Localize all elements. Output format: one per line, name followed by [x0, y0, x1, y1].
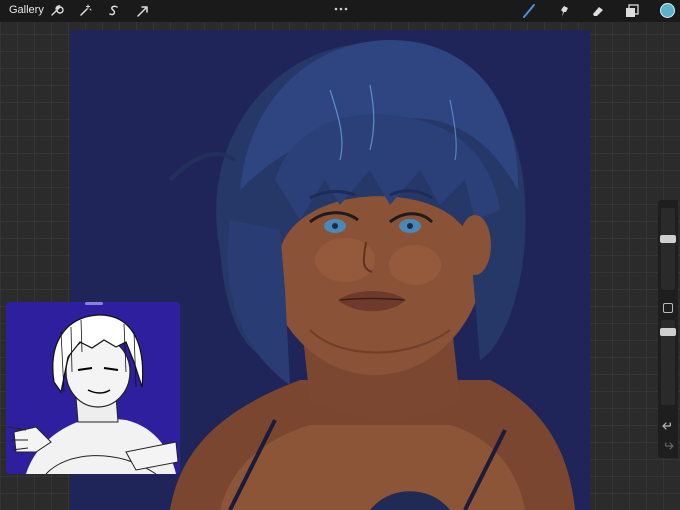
layers-icon[interactable]: [624, 3, 640, 19]
brush-icon[interactable]: [521, 3, 537, 19]
redo-icon[interactable]: [662, 440, 674, 452]
brush-size-thumb[interactable]: [660, 235, 676, 243]
reference-drag-handle[interactable]: [85, 302, 103, 305]
transform-arrow-icon[interactable]: [135, 3, 151, 19]
undo-icon[interactable]: [662, 420, 674, 432]
gallery-button[interactable]: Gallery: [9, 4, 44, 16]
modify-square-icon[interactable]: [663, 303, 673, 313]
eraser-icon[interactable]: [590, 3, 606, 19]
opacity-thumb[interactable]: [660, 328, 676, 336]
side-toolbar: [658, 200, 678, 458]
reference-window[interactable]: [6, 302, 180, 474]
selection-icon[interactable]: [106, 3, 122, 19]
top-toolbar: Gallery: [0, 0, 680, 22]
brush-size-slider[interactable]: [661, 208, 675, 290]
smudge-icon[interactable]: [556, 3, 572, 19]
color-picker-button[interactable]: [660, 3, 675, 18]
more-menu-icon[interactable]: [333, 1, 349, 11]
wrench-icon[interactable]: [48, 3, 64, 19]
magic-wand-icon[interactable]: [77, 3, 93, 19]
